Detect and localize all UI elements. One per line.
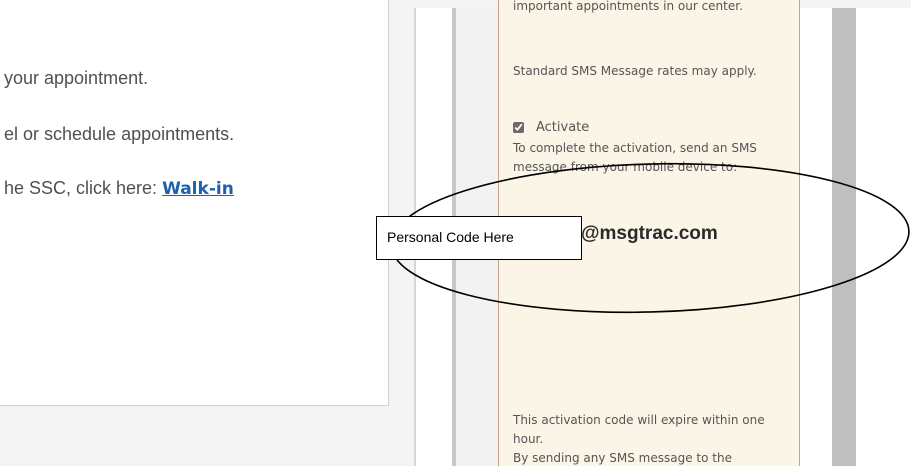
- walkin-prefix-text: he SSC, click here:: [4, 178, 163, 198]
- activate-checkbox[interactable]: [513, 122, 524, 133]
- sms-address: @msgtrac.com: [581, 223, 718, 244]
- walkin-link[interactable]: Walk-in: [162, 179, 234, 199]
- sms-intro-text: important appointments in our center.: [513, 0, 743, 13]
- main-content-panel: your appointment. el or schedule appoint…: [0, 0, 389, 406]
- sms-instruction-text: To complete the activation, send an SMS …: [513, 141, 757, 174]
- personal-code-box: Personal Code Here: [376, 216, 582, 260]
- sms-rates-note: Standard SMS Message rates may apply.: [513, 64, 757, 78]
- sms-expiry-note: This activation code will expire within …: [513, 413, 765, 446]
- appointment-text: your appointment.: [4, 68, 149, 88]
- right-gutter: [800, 8, 832, 466]
- walkin-line: he SSC, click here: Walk-in: [4, 178, 234, 199]
- activate-label: Activate: [536, 120, 590, 135]
- sms-trailing-text: By sending any SMS message to the: [513, 451, 732, 465]
- schedule-text: el or schedule appointments.: [4, 124, 235, 144]
- scrollbar[interactable]: [832, 8, 856, 466]
- right-margin: [856, 8, 911, 466]
